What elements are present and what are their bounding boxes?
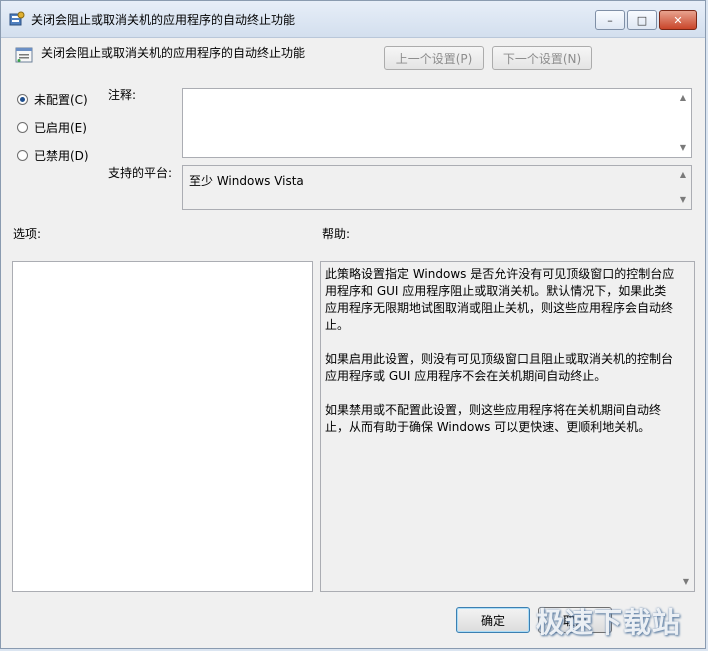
policy-icon: [9, 11, 25, 26]
comment-scrollbar[interactable]: ▲ ▼: [675, 89, 691, 157]
setting-icon: [15, 47, 33, 63]
radio-label: 未配置(C): [34, 93, 88, 107]
comment-textarea[interactable]: ▲ ▼: [182, 88, 692, 158]
setting-title: 关闭会阻止或取消关机的应用程序的自动终止功能: [41, 46, 306, 60]
options-panel: [12, 261, 313, 592]
radio-enabled[interactable]: 已启用(E): [17, 119, 87, 136]
help-scrollbar[interactable]: ▼: [678, 262, 694, 591]
previous-setting-button[interactable]: 上一个设置(P): [384, 46, 484, 70]
minimize-button[interactable]: –: [595, 10, 625, 30]
platform-label: 支持的平台:: [108, 166, 173, 180]
radio-label: 已禁用(D): [34, 149, 89, 163]
watermark-logo: 极速下载站: [536, 606, 682, 639]
close-button[interactable]: ✕: [659, 10, 697, 30]
platform-value: 至少 Windows Vista: [189, 174, 304, 188]
platform-field: 至少 Windows Vista ▲ ▼: [182, 165, 692, 210]
scroll-up-icon[interactable]: ▲: [675, 168, 691, 182]
radio-button[interactable]: [17, 122, 28, 133]
options-label: 选项:: [13, 227, 42, 241]
comment-label: 注释:: [108, 88, 137, 102]
ok-button[interactable]: 确定: [456, 607, 530, 633]
scroll-down-icon[interactable]: ▼: [675, 141, 691, 155]
help-panel: 此策略设置指定 Windows 是否允许没有可见顶级窗口的控制台应用程序和 GU…: [320, 261, 695, 592]
platform-scrollbar[interactable]: ▲ ▼: [675, 166, 691, 209]
scroll-down-icon[interactable]: ▼: [675, 193, 691, 207]
maximize-button[interactable]: □: [627, 10, 657, 30]
next-setting-button[interactable]: 下一个设置(N): [492, 46, 592, 70]
scroll-up-icon[interactable]: ▲: [675, 91, 691, 105]
title-bar[interactable]: 关闭会阻止或取消关机的应用程序的自动终止功能 – □ ✕: [1, 1, 705, 38]
window-controls: – □ ✕: [595, 10, 697, 30]
radio-button[interactable]: [17, 150, 28, 161]
help-label: 帮助:: [322, 227, 351, 241]
radio-disabled[interactable]: 已禁用(D): [17, 147, 89, 164]
radio-label: 已启用(E): [34, 121, 87, 135]
window-title: 关闭会阻止或取消关机的应用程序的自动终止功能: [31, 13, 296, 27]
radio-button-selected[interactable]: [17, 94, 28, 105]
radio-not-configured[interactable]: 未配置(C): [17, 91, 88, 108]
scroll-down-icon[interactable]: ▼: [678, 575, 694, 589]
policy-dialog-window: 关闭会阻止或取消关机的应用程序的自动终止功能 – □ ✕ 关闭会阻止或取消关机的…: [0, 0, 706, 649]
help-text: 此策略设置指定 Windows 是否允许没有可见顶级窗口的控制台应用程序和 GU…: [325, 267, 675, 434]
